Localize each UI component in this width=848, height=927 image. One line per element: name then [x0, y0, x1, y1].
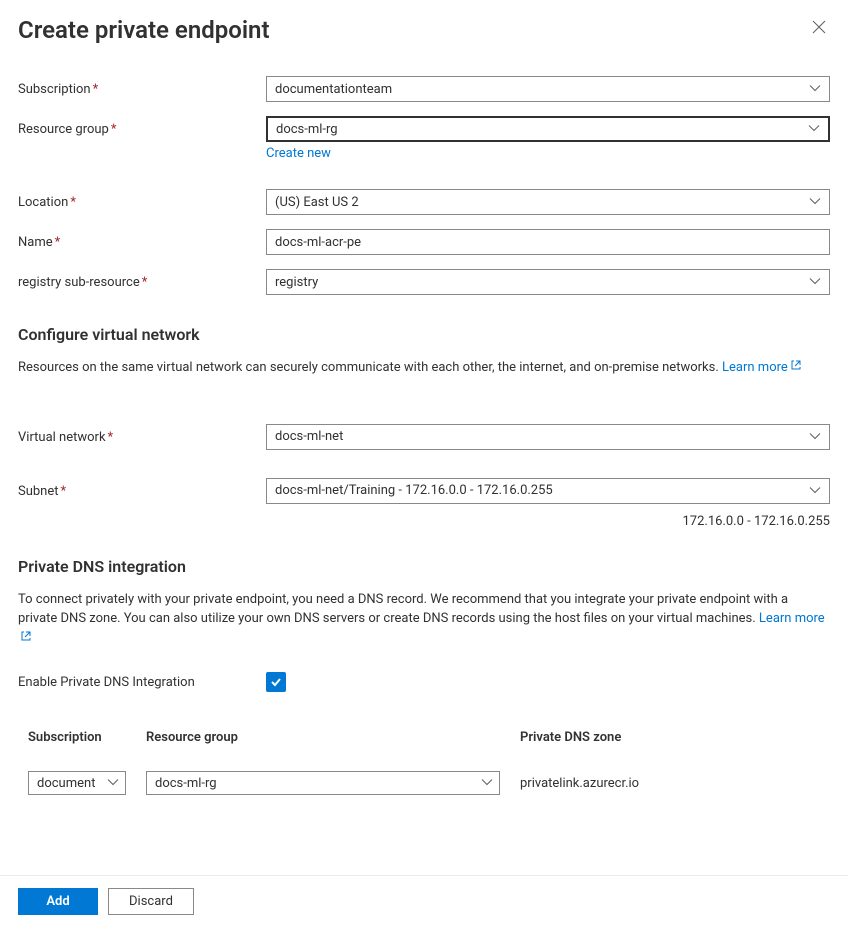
chevron-down-icon — [809, 82, 821, 97]
chevron-down-icon — [809, 483, 821, 498]
dns-section-description: To connect privately with your private e… — [18, 590, 830, 649]
chevron-down-icon — [809, 195, 821, 210]
resource-group-select[interactable]: docs-ml-rg — [266, 116, 830, 142]
vnet-learn-more-link[interactable]: Learn more — [722, 360, 802, 375]
dns-subscription-select[interactable]: document — [28, 771, 126, 795]
dns-zone-value: privatelink.azurecr.io — [520, 776, 830, 791]
sub-resource-select[interactable]: registry — [266, 269, 830, 295]
vnet-section-description: Resources on the same virtual network ca… — [18, 358, 830, 378]
subnet-label: Subnet* — [18, 478, 266, 499]
dns-col-zone-header: Private DNS zone — [520, 730, 830, 745]
enable-dns-label: Enable Private DNS Integration — [18, 675, 266, 690]
chevron-down-icon — [809, 275, 821, 290]
dns-section-heading: Private DNS integration — [18, 557, 830, 576]
chevron-down-icon — [809, 429, 821, 444]
location-select[interactable]: (US) East US 2 — [266, 189, 830, 215]
subscription-label: Subscription* — [18, 76, 266, 97]
name-label: Name* — [18, 229, 266, 250]
resource-group-label: Resource group* — [18, 116, 266, 137]
virtual-network-select[interactable]: docs-ml-net — [266, 424, 830, 450]
external-link-icon — [790, 358, 802, 378]
chevron-down-icon — [481, 776, 493, 791]
discard-button[interactable]: Discard — [108, 888, 194, 915]
subscription-select[interactable]: documentationteam — [266, 76, 830, 102]
virtual-network-label: Virtual network* — [18, 424, 266, 445]
chevron-down-icon — [107, 776, 119, 791]
subnet-select[interactable]: docs-ml-net/Training - 172.16.0.0 - 172.… — [266, 478, 830, 504]
create-new-link[interactable]: Create new — [266, 146, 331, 161]
vnet-section-heading: Configure virtual network — [18, 325, 830, 344]
dns-resource-group-select[interactable]: docs-ml-rg — [146, 771, 500, 795]
close-icon[interactable] — [808, 16, 830, 41]
external-link-icon — [20, 629, 32, 649]
chevron-down-icon — [808, 122, 820, 137]
add-button[interactable]: Add — [18, 888, 98, 915]
dns-col-rg-header: Resource group — [146, 730, 520, 745]
footer-bar: Add Discard — [0, 875, 848, 927]
dns-col-subscription-header: Subscription — [28, 730, 146, 745]
page-title: Create private endpoint — [18, 16, 270, 44]
sub-resource-label: registry sub-resource* — [18, 269, 266, 290]
enable-dns-checkbox[interactable] — [266, 672, 286, 692]
name-input[interactable]: docs-ml-acr-pe — [266, 229, 830, 255]
location-label: Location* — [18, 189, 266, 210]
subnet-range-text: 172.16.0.0 - 172.16.0.255 — [682, 514, 830, 529]
check-icon — [269, 675, 283, 689]
dns-table-row: document docs-ml-rg privatelink.azurecr.… — [28, 771, 830, 795]
